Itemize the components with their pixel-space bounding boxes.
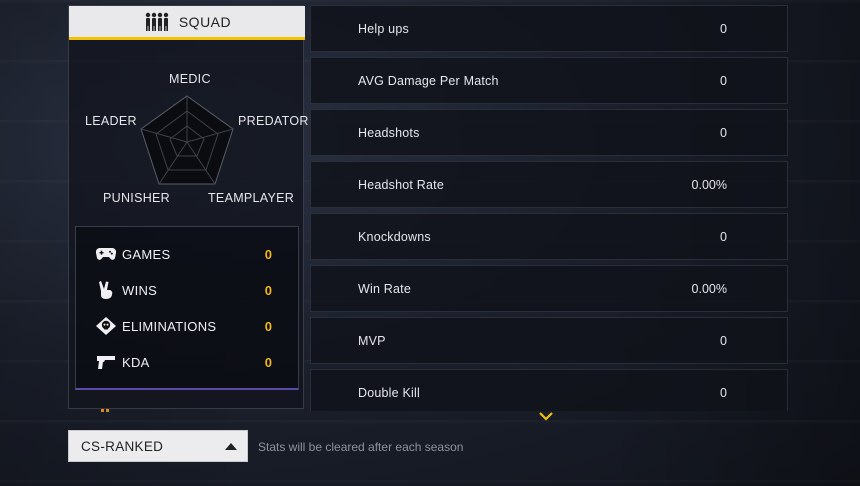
stat-value: 0 [720, 21, 727, 36]
mode-stats-panel: SQUAD MEDIC LEADER PREDATOR PUNISHER TEA… [68, 5, 308, 412]
summary-row-eliminations: ELIMINATIONS 0 [76, 313, 300, 339]
stat-value: 0.00% [691, 177, 727, 192]
summary-value: 0 [264, 246, 272, 262]
stat-row: MVP 0 [310, 317, 788, 364]
gamepad-icon [94, 244, 118, 264]
scroll-marker [101, 409, 109, 412]
stat-label: MVP [358, 333, 386, 348]
role-radar-chart: MEDIC LEADER PREDATOR PUNISHER TEAMPLAYE… [69, 46, 308, 226]
radar-pentagon-icon [140, 95, 234, 185]
chevron-down-icon[interactable] [537, 410, 555, 422]
pistol-icon [94, 352, 118, 372]
ranked-mode-dropdown[interactable]: CS-RANKED [68, 430, 248, 462]
summary-label: ELIMINATIONS [122, 318, 217, 334]
stat-label: Help ups [358, 21, 409, 36]
squad-icon [143, 12, 171, 32]
stat-label: Knockdowns [358, 229, 431, 244]
stat-row: Headshot Rate 0.00% [310, 161, 788, 208]
stat-value: 0 [720, 229, 727, 244]
radar-label-punisher: PUNISHER [103, 191, 170, 205]
caret-up-icon [225, 442, 237, 450]
detailed-stats-list[interactable]: Help ups 0 AVG Damage Per Match 0 Headsh… [310, 5, 788, 411]
radar-label-medic: MEDIC [169, 72, 211, 86]
summary-row-wins: WINS 0 [76, 277, 300, 303]
radar-label-leader: LEADER [85, 114, 137, 128]
stat-label: Win Rate [358, 281, 412, 296]
stat-row: Double Kill 0 [310, 369, 788, 411]
stat-row: Knockdowns 0 [310, 213, 788, 260]
summary-value: 0 [264, 318, 272, 334]
summary-row-games: GAMES 0 [76, 241, 300, 267]
summary-label: GAMES [122, 246, 171, 262]
stat-value: 0 [720, 125, 727, 140]
stat-value: 0 [720, 73, 727, 88]
radar-label-teamplayer: TEAMPLAYER [208, 191, 295, 205]
stat-label: Headshot Rate [358, 177, 444, 192]
summary-value: 0 [264, 354, 272, 370]
stat-value: 0 [720, 333, 727, 348]
stat-value: 0 [720, 385, 727, 400]
mode-tab-squad[interactable]: SQUAD [69, 6, 305, 40]
summary-row-kda: KDA 0 [76, 349, 300, 375]
summary-value: 0 [264, 282, 272, 298]
skull-icon [94, 316, 118, 336]
mode-title: SQUAD [178, 13, 232, 30]
victory-hand-icon [94, 280, 118, 300]
radar-label-predator: PREDATOR [238, 114, 309, 128]
season-note: Stats will be cleared after each season [258, 440, 464, 454]
stat-row: Headshots 0 [310, 109, 788, 156]
summary-label: WINS [122, 282, 158, 298]
stat-label: AVG Damage Per Match [358, 73, 499, 88]
dropdown-selected-value: CS-RANKED [81, 438, 164, 454]
stat-row: Help ups 0 [310, 5, 788, 52]
stat-value: 0.00% [691, 281, 727, 296]
stat-row: AVG Damage Per Match 0 [310, 57, 788, 104]
summary-stats: GAMES 0 WINS 0 ELIMINATIONS 0 KDA 0 [75, 226, 299, 390]
summary-label: KDA [122, 354, 150, 370]
stat-label: Headshots [358, 125, 420, 140]
stat-label: Double Kill [358, 385, 420, 400]
stat-row: Win Rate 0.00% [310, 265, 788, 312]
